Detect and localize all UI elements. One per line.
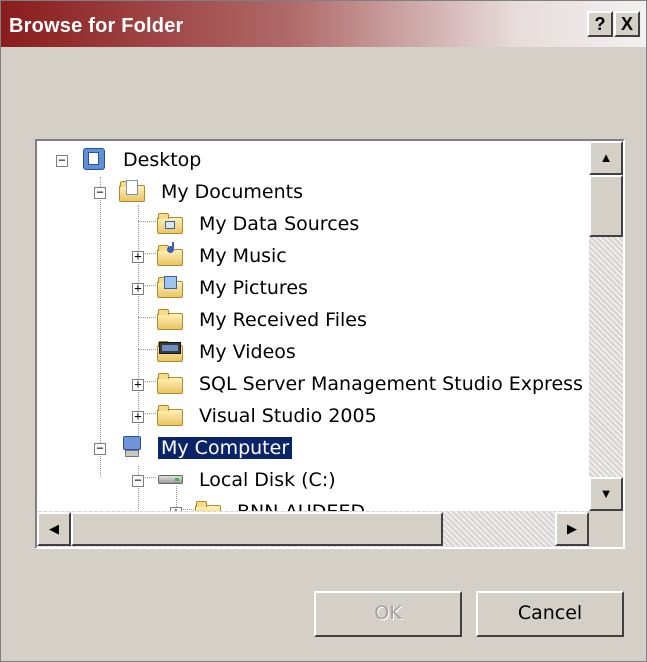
scrollbar-corner	[589, 511, 623, 547]
computer-icon	[119, 436, 145, 458]
expand-toggle[interactable]: +	[132, 378, 144, 391]
close-button[interactable]: X	[614, 11, 640, 37]
tree-item-label: Visual Studio 2005	[199, 405, 377, 427]
tree-item-label: SQL Server Management Studio Express	[199, 373, 583, 395]
tree-item-label: My Received Files	[199, 309, 367, 331]
pictures-folder-icon	[157, 276, 183, 298]
expand-toggle[interactable]: +	[132, 282, 144, 295]
expand-toggle[interactable]: +	[132, 250, 144, 263]
vertical-scroll-thumb[interactable]	[589, 175, 623, 237]
cancel-button[interactable]: Cancel	[476, 591, 624, 637]
folder-icon	[157, 372, 183, 394]
browse-for-folder-dialog: Browse for Folder ? X − Desktop − My Doc…	[0, 0, 647, 662]
folder-tree-viewport: − Desktop − My Documents My Data Sources…	[37, 141, 589, 511]
tree-item-my-documents[interactable]: − My Documents	[37, 177, 589, 207]
tree-item-label: My Data Sources	[199, 213, 360, 235]
folder-icon	[195, 500, 221, 511]
tree-item-label: Desktop	[123, 149, 202, 171]
scroll-left-button[interactable]: ◀	[37, 512, 71, 546]
scroll-down-button[interactable]: ▼	[589, 477, 623, 511]
tree-item-local-disk-c[interactable]: − Local Disk (C:)	[37, 465, 589, 495]
scroll-up-button[interactable]: ▲	[589, 141, 623, 175]
horizontal-scroll-thumb[interactable]	[71, 512, 443, 546]
tree-item-bnn-audeed[interactable]: + BNN-AUDEED	[37, 497, 589, 511]
dialog-title: Browse for Folder	[9, 15, 184, 37]
tree-item-label: My Videos	[199, 341, 296, 363]
tree-item-my-music[interactable]: + My Music	[37, 241, 589, 271]
collapse-toggle[interactable]: −	[132, 474, 144, 487]
tree-item-my-computer[interactable]: − My Computer	[37, 433, 589, 463]
tree-item-my-data-sources[interactable]: My Data Sources	[37, 209, 589, 239]
tree-item-label: My Documents	[161, 181, 304, 203]
videos-folder-icon	[157, 340, 183, 362]
collapse-toggle[interactable]: −	[94, 186, 106, 199]
folder-icon	[157, 308, 183, 330]
expand-toggle[interactable]: +	[132, 410, 144, 423]
ok-button[interactable]: OK	[314, 591, 462, 637]
vertical-scrollbar[interactable]: ▲ ▼	[589, 141, 623, 511]
tree-item-sql-server-management-studio-express[interactable]: + SQL Server Management Studio Express	[37, 369, 589, 399]
desktop-icon	[81, 148, 107, 170]
horizontal-scrollbar[interactable]: ◀ ▶	[37, 511, 589, 547]
my-documents-icon	[119, 180, 145, 202]
title-bar[interactable]: Browse for Folder ? X	[1, 1, 646, 47]
tree-item-label: BNN-AUDEED	[237, 501, 365, 511]
data-sources-folder-icon	[157, 212, 183, 234]
tree-item-my-videos[interactable]: My Videos	[37, 337, 589, 367]
tree-item-my-pictures[interactable]: + My Pictures	[37, 273, 589, 303]
collapse-toggle[interactable]: −	[56, 154, 68, 167]
tree-item-label: My Pictures	[199, 277, 308, 299]
tree-item-my-received-files[interactable]: My Received Files	[37, 305, 589, 335]
collapse-toggle[interactable]: −	[94, 442, 106, 455]
folder-icon	[157, 404, 183, 426]
tree-item-label: Local Disk (C:)	[199, 469, 336, 491]
tree-item-label: My Computer	[158, 437, 293, 459]
tree-item-desktop[interactable]: − Desktop	[37, 145, 589, 175]
music-folder-icon	[157, 242, 183, 266]
help-button[interactable]: ?	[587, 11, 613, 37]
scroll-right-button[interactable]: ▶	[555, 512, 589, 546]
folder-tree[interactable]: − Desktop − My Documents My Data Sources…	[35, 139, 625, 549]
tree-item-visual-studio-2005[interactable]: + Visual Studio 2005	[37, 401, 589, 431]
drive-icon	[157, 468, 183, 490]
tree-item-label: My Music	[199, 245, 287, 267]
